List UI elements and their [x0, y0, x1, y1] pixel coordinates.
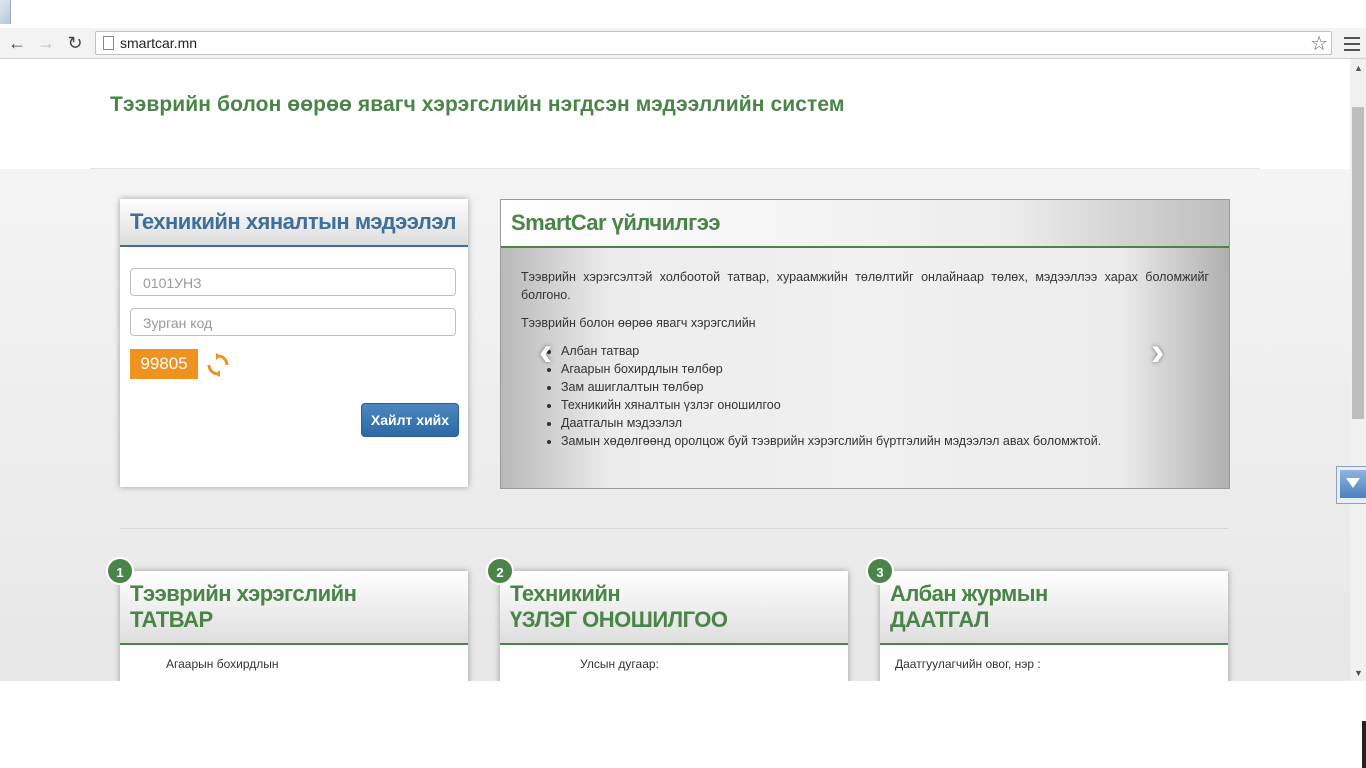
service-carousel: SmartCar үйлчилгээ Тээврийн хэрэгсэлтэй …	[500, 199, 1230, 489]
step-badge: 3	[866, 557, 894, 585]
insurance-card-field-label: Даатгуулагчийн овог, нэр :	[895, 657, 1041, 671]
search-button[interactable]: Хайлт хийх	[361, 403, 459, 437]
captcha-image: 99805	[130, 349, 198, 379]
inspection-card-title: Техникийн ҮЗЛЭГ ОНОШИЛГОО	[510, 581, 728, 633]
step-badge: 2	[486, 557, 514, 585]
service-panel-header: SmartCar үйлчилгээ	[501, 200, 1229, 248]
forward-arrow-icon[interactable]: →	[35, 32, 57, 54]
tax-card-title-line2: ТАТВАР	[130, 607, 213, 632]
browser-tab-strip	[0, 0, 1366, 28]
list-item: Агаарын бохирдлын төлбөр	[561, 360, 1209, 378]
back-arrow-icon[interactable]: ←	[6, 32, 28, 54]
hamburger-menu-icon[interactable]	[1344, 33, 1360, 53]
page-icon	[103, 36, 114, 50]
inspection-card[interactable]: Техникийн ҮЗЛЭГ ОНОШИЛГОО 2 Улсын дугаар…	[486, 557, 848, 681]
captcha-code-input[interactable]: Зурган код	[130, 308, 456, 336]
service-lead: Тээврийн болон өөрөө явагч хэрэгслийн	[521, 316, 756, 330]
browser-toolbar: ← → ↻ smartcar.mn ☆	[0, 28, 1366, 59]
service-panel-title: SmartCar үйлчилгээ	[511, 210, 721, 235]
tax-card-title: Тээврийн хэрэгслийн ТАТВАР	[130, 581, 357, 633]
inspection-card-field-label: Улсын дугаар:	[580, 657, 659, 671]
inspection-panel-title: Техникийн хяналтын мэдээлэл	[130, 209, 456, 234]
service-intro: Тээврийн хэрэгсэлтэй холбоотой татвар, х…	[521, 270, 1209, 302]
insurance-card-title-line2: ДААТГАЛ	[890, 607, 989, 632]
site-header: Тээврийн болон өөрөө явагч хэрэгслийн нэ…	[0, 59, 1350, 169]
inspection-panel-header: Техникийн хяналтын мэдээлэл	[120, 199, 468, 247]
carousel-next-icon[interactable]: ›	[1151, 330, 1164, 375]
inspection-card-title-line2: ҮЗЛЭГ ОНОШИЛГОО	[510, 607, 728, 632]
service-description: Тээврийн хэрэгсэлтэй холбоотой татвар, х…	[521, 268, 1209, 450]
insurance-card-title: Албан журмын ДААТГАЛ	[890, 581, 1048, 633]
address-bar[interactable]: smartcar.mn ☆	[95, 31, 1332, 55]
list-item: Зам ашиглалтын төлбөр	[561, 378, 1209, 396]
star-icon[interactable]: ☆	[1310, 31, 1328, 56]
carousel-prev-icon[interactable]: ‹	[539, 330, 552, 375]
tax-card-header: Тээврийн хэрэгслийн ТАТВАР	[120, 571, 468, 645]
insurance-card-title-line1: Албан журмын	[890, 581, 1048, 606]
plate-number-input[interactable]: 0101УНЗ	[130, 268, 456, 296]
inspection-panel: Техникийн хяналтын мэдээлэл 0101УНЗ Зург…	[120, 199, 468, 487]
scroll-down-icon[interactable]: ▼	[1354, 668, 1363, 678]
window-edge	[1362, 721, 1366, 768]
browser-tab[interactable]	[0, 0, 11, 24]
refresh-icon[interactable]	[206, 353, 230, 377]
address-url[interactable]: smartcar.mn	[120, 35, 197, 51]
inspection-card-header: Техникийн ҮЗЛЭГ ОНОШИЛГОО	[500, 571, 848, 645]
vertical-scrollbar[interactable]: ▲ ▼	[1350, 59, 1366, 681]
step-badge: 1	[106, 557, 134, 585]
inspection-card-title-line1: Техникийн	[510, 581, 621, 606]
scrollbar-thumb[interactable]	[1352, 107, 1364, 419]
scroll-up-icon[interactable]: ▲	[1354, 63, 1363, 73]
page-viewport: Тээврийн болон өөрөө явагч хэрэгслийн нэ…	[0, 59, 1350, 681]
service-list: Албан татвар Агаарын бохирдлын төлбөр За…	[521, 342, 1209, 450]
section-divider	[120, 528, 1228, 529]
tax-card-title-line1: Тээврийн хэрэгслийн	[130, 581, 357, 606]
list-item: Техникийн хяналтын үзлэг оношилгоо	[561, 396, 1209, 414]
list-item: Албан татвар	[561, 342, 1209, 360]
site-title: Тээврийн болон өөрөө явагч хэрэгслийн нэ…	[110, 93, 845, 116]
window-bottom-area	[0, 681, 1366, 768]
insurance-card-header: Албан журмын ДААТГАЛ	[880, 571, 1228, 645]
list-item: Замын хөдөлгөөнд оролцож буй тээврийн хэ…	[561, 432, 1209, 450]
scroll-to-bottom-icon[interactable]	[1336, 466, 1366, 504]
tax-card[interactable]: Тээврийн хэрэгслийн ТАТВАР 1 Агаарын бох…	[106, 557, 468, 681]
tax-card-field-label: Агаарын бохирдлын	[166, 657, 279, 671]
reload-icon[interactable]: ↻	[64, 32, 86, 54]
list-item: Даатгалын мэдээлэл	[561, 414, 1209, 432]
insurance-card[interactable]: Албан журмын ДААТГАЛ 3 Даатгуулагчийн ов…	[866, 557, 1228, 681]
